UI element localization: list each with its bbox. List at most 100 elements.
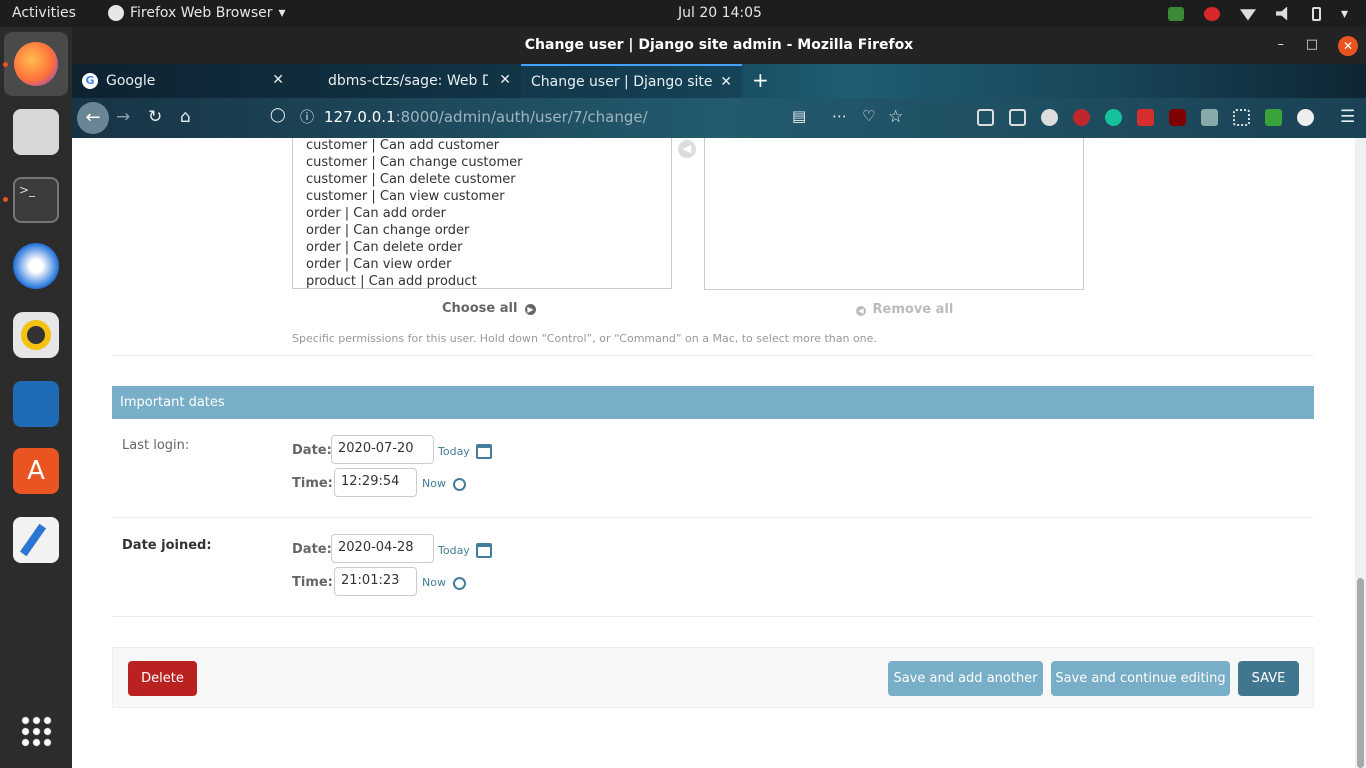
terminal-icon[interactable]: >_ bbox=[13, 177, 59, 223]
date-label: Date: bbox=[292, 443, 332, 458]
time-label: Time: bbox=[292, 575, 333, 590]
url-host: 127.0.0.1 bbox=[324, 108, 396, 126]
page-actions-icon[interactable]: ⋯ bbox=[832, 107, 847, 125]
image-extension-icon[interactable] bbox=[1201, 109, 1218, 126]
dock-firefox[interactable] bbox=[4, 32, 68, 96]
calendar-icon[interactable] bbox=[476, 444, 492, 459]
date-label: Date: bbox=[292, 542, 332, 557]
save-button[interactable]: SAVE bbox=[1238, 661, 1299, 696]
last-login-label: Last login: bbox=[122, 438, 190, 453]
now-link[interactable]: Now bbox=[422, 576, 446, 589]
remove-all-link[interactable]: ◀ Remove all bbox=[856, 302, 953, 317]
chosen-permissions-select[interactable] bbox=[704, 138, 1084, 290]
maximize-icon[interactable]: □ bbox=[1306, 37, 1318, 52]
gnome-top-bar: Activities Firefox Web Browser ▾ Jul 20 … bbox=[0, 0, 1366, 27]
app-menu-label: Firefox Web Browser bbox=[130, 5, 273, 21]
color-picker-icon[interactable] bbox=[1137, 109, 1154, 126]
navigation-toolbar: ← → ↻ ⌂ ◯ ⓘ 127.0.0.1:8000/admin/auth/us… bbox=[72, 98, 1366, 138]
clock[interactable]: Jul 20 14:05 bbox=[678, 5, 762, 21]
pocket-icon[interactable]: ♡ bbox=[862, 107, 875, 125]
tab-change-user[interactable]: Change user | Django site ad ✕ bbox=[521, 64, 742, 98]
last-login-time-input[interactable]: 12:29:54 bbox=[334, 468, 417, 497]
libreoffice-writer-icon[interactable] bbox=[13, 381, 59, 427]
save-and-continue-button[interactable]: Save and continue editing bbox=[1051, 661, 1230, 696]
power-menu-icon[interactable]: ▾ bbox=[1341, 6, 1348, 22]
show-apps-icon[interactable] bbox=[20, 715, 52, 747]
volume-icon bbox=[1275, 6, 1288, 21]
permission-option[interactable]: customer | Can add customer bbox=[293, 138, 671, 154]
scrollbar-thumb[interactable] bbox=[1357, 578, 1364, 768]
save-and-add-another-button[interactable]: Save and add another bbox=[888, 661, 1043, 696]
url-bar[interactable]: 127.0.0.1:8000/admin/auth/user/7/change/ bbox=[324, 108, 648, 126]
hamburger-menu-icon[interactable]: ☰ bbox=[1340, 107, 1355, 127]
page-scrollbar[interactable] bbox=[1355, 138, 1366, 768]
today-link[interactable]: Today bbox=[438, 544, 470, 557]
adblock-plus-icon[interactable] bbox=[1073, 109, 1090, 126]
app-menu[interactable]: Firefox Web Browser ▾ bbox=[108, 5, 286, 21]
close-window-button[interactable]: ✕ bbox=[1338, 36, 1358, 56]
firefox-icon bbox=[14, 42, 58, 86]
last-login-date-input[interactable]: 2020-07-20 bbox=[331, 435, 434, 464]
back-button[interactable]: ← bbox=[77, 102, 109, 134]
extension-icon[interactable] bbox=[1297, 109, 1314, 126]
sidebar-icon[interactable] bbox=[1009, 109, 1026, 126]
activities-button[interactable]: Activities bbox=[12, 5, 76, 21]
tracking-protection-icon[interactable]: ◯ bbox=[270, 107, 286, 123]
rhythmbox-icon[interactable] bbox=[13, 312, 59, 358]
tab-google[interactable]: G Google ✕ bbox=[72, 64, 294, 98]
barcode-extension-icon[interactable] bbox=[1233, 109, 1250, 126]
shield-icon[interactable] bbox=[1167, 6, 1184, 21]
system-tray[interactable]: ▾ bbox=[1167, 0, 1366, 27]
permission-option[interactable]: order | Can view order bbox=[293, 256, 671, 273]
clock-icon[interactable] bbox=[453, 478, 466, 491]
site-info-icon[interactable]: ⓘ bbox=[300, 107, 314, 127]
permission-option[interactable]: order | Can change order bbox=[293, 222, 671, 239]
forward-button[interactable]: → bbox=[116, 107, 130, 127]
date-joined-time-input[interactable]: 21:01:23 bbox=[334, 567, 417, 596]
important-dates-header: Important dates bbox=[112, 386, 1314, 419]
download-icon[interactable] bbox=[1265, 109, 1282, 126]
permission-option[interactable]: order | Can add order bbox=[293, 205, 671, 222]
thunderbird-icon[interactable] bbox=[13, 243, 59, 289]
window-titlebar: Change user | Django site admin - Mozill… bbox=[72, 27, 1366, 64]
pencil-icon bbox=[19, 523, 47, 557]
choose-all-link[interactable]: Choose all ▶ bbox=[442, 301, 536, 316]
divider bbox=[112, 517, 1314, 518]
bookmark-star-icon[interactable]: ☆ bbox=[888, 107, 903, 127]
home-button[interactable]: ⌂ bbox=[180, 107, 191, 127]
reload-button[interactable]: ↻ bbox=[148, 107, 162, 127]
software-center-icon[interactable]: A bbox=[13, 448, 59, 494]
permission-option[interactable]: product | Can add product bbox=[293, 273, 671, 290]
permission-option[interactable]: customer | Can delete customer bbox=[293, 171, 671, 188]
account-icon[interactable] bbox=[1041, 109, 1058, 126]
permission-option[interactable]: order | Can delete order bbox=[293, 239, 671, 256]
close-tab-icon[interactable]: ✕ bbox=[499, 72, 511, 88]
grammarly-icon[interactable] bbox=[1105, 109, 1122, 126]
date-joined-date-input[interactable]: 2020-04-28 bbox=[331, 534, 434, 563]
ublock-icon[interactable] bbox=[1169, 109, 1186, 126]
remove-arrow-icon[interactable]: ◀ bbox=[678, 140, 696, 158]
clock-icon[interactable] bbox=[453, 577, 466, 590]
permission-option[interactable]: customer | Can view customer bbox=[293, 188, 671, 205]
remove-all-label: Remove all bbox=[872, 302, 954, 317]
tab-github[interactable]: dbms-ctzs/sage: Web De ✕ bbox=[294, 64, 521, 98]
minimize-icon[interactable]: – bbox=[1278, 37, 1285, 52]
text-editor-icon[interactable] bbox=[13, 517, 59, 563]
tab-strip: G Google ✕ dbms-ctzs/sage: Web De ✕ Chan… bbox=[72, 64, 1366, 98]
wifi-icon bbox=[1239, 9, 1256, 21]
new-tab-button[interactable]: + bbox=[752, 68, 769, 92]
now-link[interactable]: Now bbox=[422, 477, 446, 490]
today-link[interactable]: Today bbox=[438, 445, 470, 458]
close-tab-icon[interactable]: ✕ bbox=[720, 74, 732, 90]
available-permissions-select[interactable]: customer | Can add customer customer | Ca… bbox=[292, 138, 672, 289]
divider bbox=[112, 355, 1314, 356]
reader-view-icon[interactable]: ▤ bbox=[792, 107, 806, 125]
url-path: :8000/admin/auth/user/7/change/ bbox=[395, 108, 648, 126]
mega-icon[interactable] bbox=[1203, 6, 1220, 21]
permission-option[interactable]: customer | Can change customer bbox=[293, 154, 671, 171]
files-icon[interactable] bbox=[13, 109, 59, 155]
delete-button[interactable]: Delete bbox=[128, 661, 197, 696]
calendar-icon[interactable] bbox=[476, 543, 492, 558]
library-icon[interactable] bbox=[977, 109, 994, 126]
close-tab-icon[interactable]: ✕ bbox=[272, 72, 284, 88]
